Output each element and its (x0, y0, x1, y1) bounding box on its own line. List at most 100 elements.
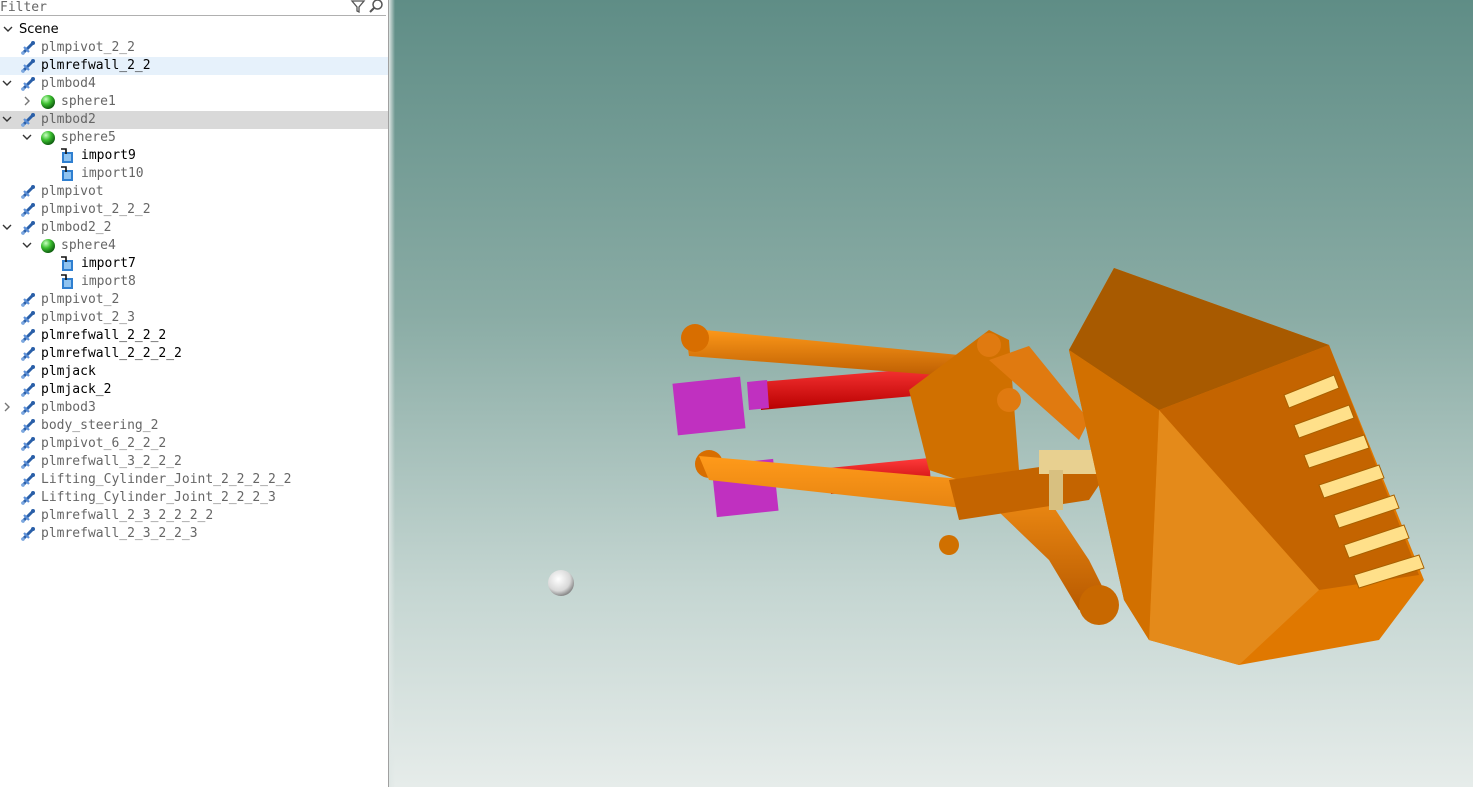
joint-icon (19, 183, 37, 201)
tree-node-label: sphere5 (61, 130, 116, 145)
tree-root-label: Scene (19, 22, 59, 37)
loader-arms (681, 324, 1119, 625)
filter-input[interactable] (0, 0, 345, 15)
tree-node[interactable]: plmrefwall_2_2 (0, 57, 388, 75)
tree-node-label: plmbod4 (41, 76, 96, 91)
joint-icon (19, 489, 37, 507)
tree-node[interactable]: plmjack_2 (0, 381, 388, 399)
joint-icon (19, 417, 37, 435)
joint-icon (19, 111, 37, 129)
joint-icon (19, 363, 37, 381)
tree-node-label: plmpivot_2_2 (41, 40, 135, 55)
tree-node[interactable]: sphere4 (0, 237, 388, 255)
tree-node-label: sphere4 (61, 238, 116, 253)
joint-icon (19, 381, 37, 399)
chevron-down-icon[interactable] (1, 22, 15, 36)
search-icon[interactable] (368, 0, 384, 14)
import-icon (59, 273, 77, 291)
joint-icon (19, 471, 37, 489)
tree-node-label: plmrefwall_2_2 (41, 58, 151, 73)
tree-node-label: sphere1 (61, 94, 116, 109)
tree-node[interactable]: plmpivot_2_2_2 (0, 201, 388, 219)
chevron-down-icon[interactable] (0, 76, 14, 90)
tree-node-label: plmbod2_2 (41, 220, 112, 235)
tree-node-label: plmpivot_2 (41, 292, 120, 307)
sphere-icon (39, 129, 57, 147)
tree-node[interactable]: plmrefwall_2_2_2 (0, 327, 388, 345)
joint-icon (19, 57, 37, 75)
import-icon (59, 255, 77, 273)
import-icon (59, 147, 77, 165)
tree-node-label: plmjack (41, 364, 96, 379)
tree-node-label: plmrefwall_2_2_2_2 (41, 346, 182, 361)
chevron-right-icon[interactable] (20, 94, 34, 108)
tree-node-label: plmpivot_2_3 (41, 310, 135, 325)
tree-node-label: body_steering_2 (41, 418, 159, 433)
tree-node[interactable]: plmpivot_2_2 (0, 39, 388, 57)
joint-icon (19, 435, 37, 453)
import-icon (59, 165, 77, 183)
joint-icon (19, 399, 37, 417)
3d-viewport[interactable] (389, 0, 1473, 787)
tree-node[interactable]: plmpivot_2 (0, 291, 388, 309)
tree-node[interactable]: Lifting_Cylinder_Joint_2_2_2_3 (0, 489, 388, 507)
tree-node[interactable]: plmrefwall_2_3_2_2_2_2 (0, 507, 388, 525)
joint-icon (19, 345, 37, 363)
tree-node[interactable]: plmrefwall_3_2_2_2 (0, 453, 388, 471)
joint-icon (19, 291, 37, 309)
bucket (1069, 268, 1425, 665)
tree-node[interactable]: plmpivot (0, 183, 388, 201)
tree-node[interactable]: plmjack (0, 363, 388, 381)
tree-node-label: Lifting_Cylinder_Joint_2_2_2_2_2 (41, 472, 292, 487)
joint-icon (19, 507, 37, 525)
tree-node[interactable]: sphere5 (0, 129, 388, 147)
tree-node-label: plmbod2 (41, 112, 96, 127)
tree-node-label: plmpivot_6_2_2_2 (41, 436, 167, 451)
tree-node[interactable]: import9 (0, 147, 388, 165)
chevron-down-icon[interactable] (20, 238, 34, 252)
tree-node-label: import10 (81, 166, 144, 181)
tree-node-label: plmrefwall_2_3_2_2_2_2 (41, 508, 214, 523)
joint-icon (19, 525, 37, 543)
tree-node-label: import7 (81, 256, 136, 271)
tree-node-label: plmrefwall_3_2_2_2 (41, 454, 182, 469)
tree-node[interactable]: Lifting_Cylinder_Joint_2_2_2_2_2 (0, 471, 388, 489)
tree-node-label: plmbod3 (41, 400, 96, 415)
chevron-down-icon[interactable] (0, 220, 14, 234)
tree-node[interactable]: plmrefwall_2_2_2_2 (0, 345, 388, 363)
loader-model-render (548, 268, 1425, 665)
tree-node[interactable]: plmbod2_2 (0, 219, 388, 237)
sphere-marker (548, 570, 574, 596)
tree-node-label: plmpivot (41, 184, 104, 199)
joint-icon (19, 219, 37, 237)
tree-node[interactable]: plmpivot_2_3 (0, 309, 388, 327)
tree-node-label: plmpivot_2_2_2 (41, 202, 151, 217)
scene-tree-panel: Scene plmpivot_2_2 plmrefwall_2_2 plmbod4 s… (0, 0, 389, 787)
tree-node[interactable]: plmrefwall_2_3_2_2_3 (0, 525, 388, 543)
joint-icon (19, 39, 37, 57)
chevron-right-icon[interactable] (0, 400, 14, 414)
tree-node-label: plmrefwall_2_2_2 (41, 328, 167, 343)
tree-node[interactable]: import8 (0, 273, 388, 291)
joint-icon (19, 201, 37, 219)
tree-node[interactable]: sphere1 (0, 93, 388, 111)
tree-node[interactable]: plmbod2 (0, 111, 388, 129)
chevron-down-icon[interactable] (20, 130, 34, 144)
tree-node[interactable]: import10 (0, 165, 388, 183)
tree-node-label: Lifting_Cylinder_Joint_2_2_2_3 (41, 490, 276, 505)
tree-node[interactable]: body_steering_2 (0, 417, 388, 435)
chevron-down-icon[interactable] (0, 112, 14, 126)
tree-node[interactable]: plmpivot_6_2_2_2 (0, 435, 388, 453)
tree-node[interactable]: import7 (0, 255, 388, 273)
filter-bar (0, 0, 386, 16)
sphere-icon (39, 237, 57, 255)
tree-node-label: plmrefwall_2_3_2_2_3 (41, 526, 198, 541)
tree-node[interactable]: plmbod4 (0, 75, 388, 93)
tree-node[interactable]: plmbod3 (0, 399, 388, 417)
filter-icon[interactable] (350, 0, 366, 14)
tree-node-label: import8 (81, 274, 136, 289)
joint-icon (19, 309, 37, 327)
tree-node-label: plmjack_2 (41, 382, 112, 397)
sphere-icon (39, 93, 57, 111)
tree-root-scene[interactable]: Scene (0, 21, 388, 39)
